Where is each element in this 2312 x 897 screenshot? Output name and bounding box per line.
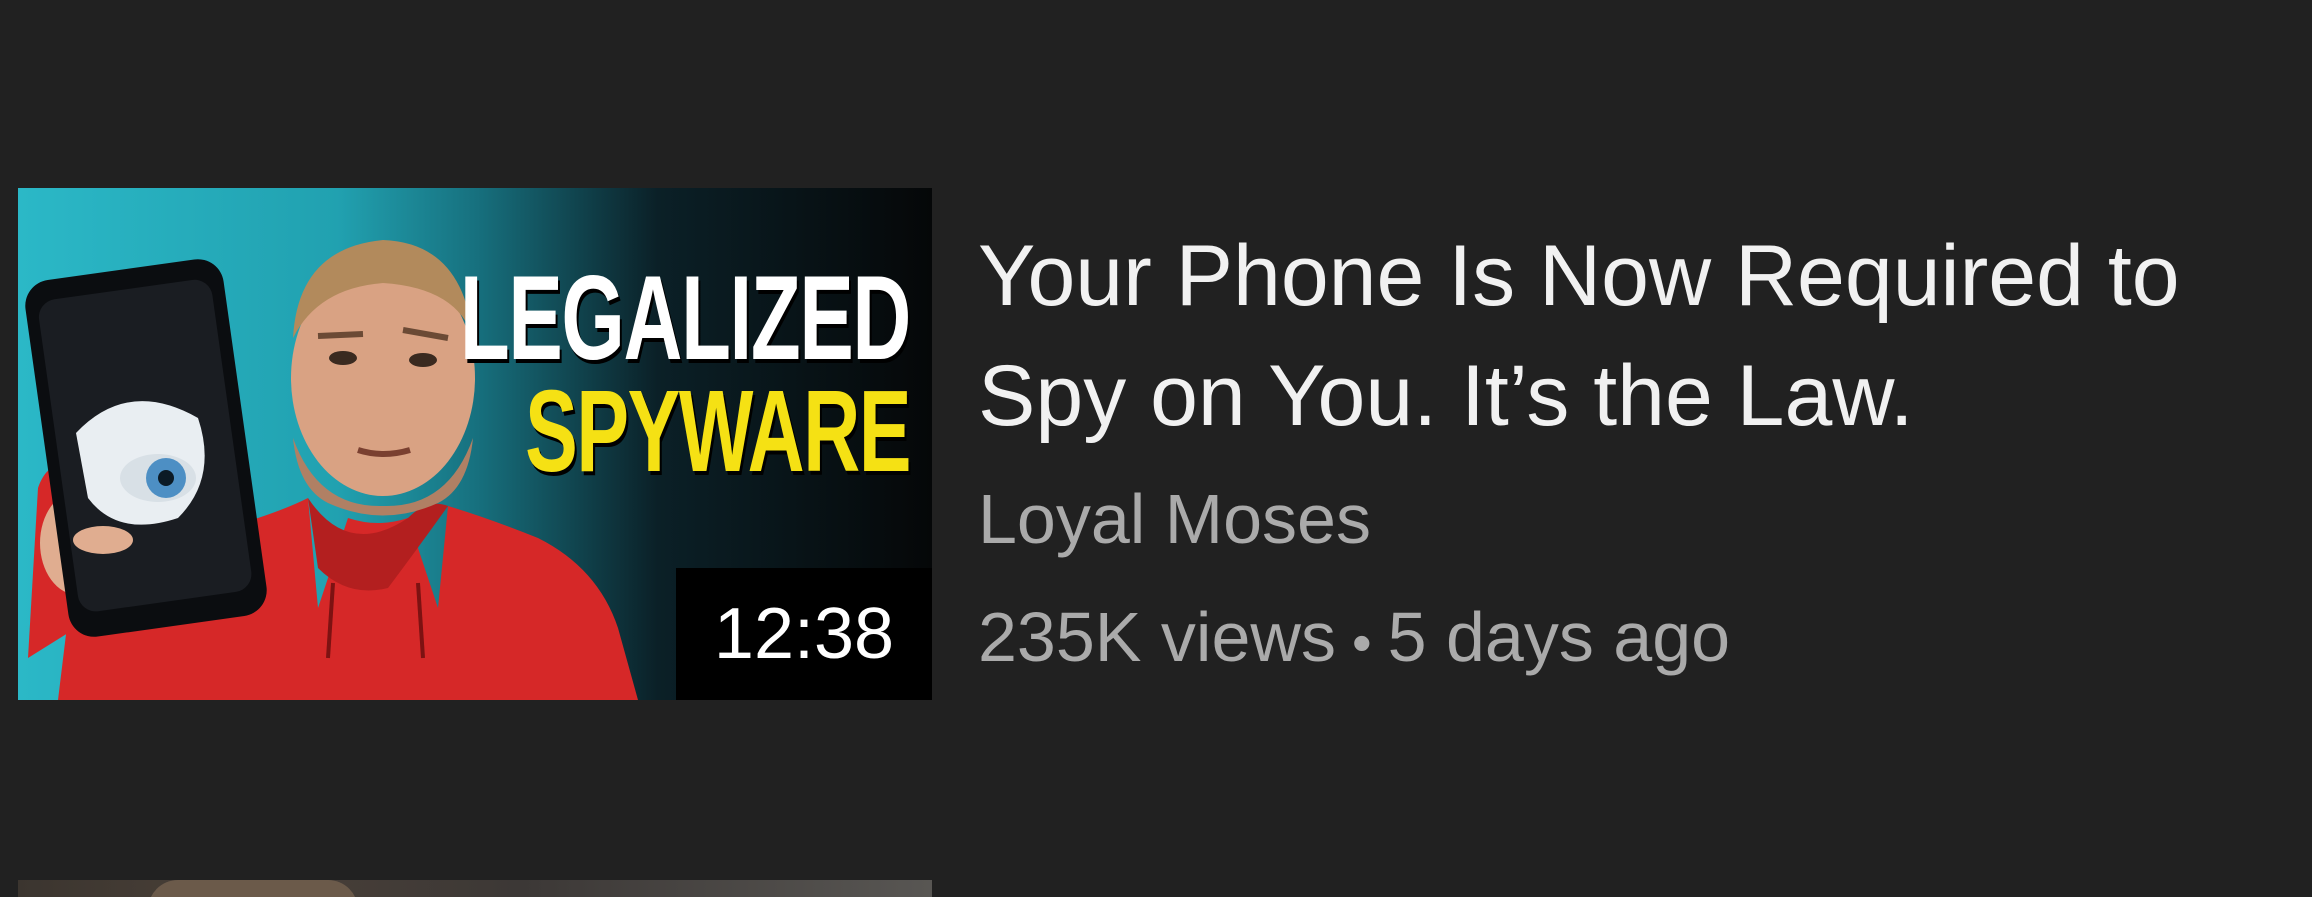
next-thumbnail-artwork bbox=[148, 880, 358, 897]
eye-pupil bbox=[158, 470, 174, 486]
left-eyebrow bbox=[317, 331, 364, 339]
upload-age: 5 days ago bbox=[1387, 598, 1731, 676]
right-eye bbox=[409, 353, 437, 367]
previous-item-title-fragment bbox=[18, 0, 1038, 4]
left-eye bbox=[329, 351, 357, 365]
video-result-item[interactable]: LEGALIZED SPYWARE 12:38 Your Phone Is No… bbox=[0, 188, 2312, 702]
channel-name[interactable]: Loyal Moses bbox=[978, 476, 2288, 562]
view-count: 235K views bbox=[978, 598, 1336, 676]
duration-badge: 12:38 bbox=[676, 568, 932, 700]
thumbnail-headline-line-2: SPYWARE bbox=[525, 366, 911, 496]
video-title[interactable]: Your Phone Is Now Required to Spy on You… bbox=[978, 216, 2288, 456]
metadata-separator: • bbox=[1351, 610, 1372, 674]
video-details: Your Phone Is Now Required to Spy on You… bbox=[978, 216, 2288, 686]
video-metadata: 235K views • 5 days ago bbox=[978, 594, 2288, 686]
thumb bbox=[73, 526, 133, 554]
video-thumbnail[interactable]: LEGALIZED SPYWARE 12:38 bbox=[18, 188, 932, 700]
next-video-thumbnail-partial[interactable] bbox=[18, 880, 932, 897]
thumbnail-headline-line-1: LEGALIZED bbox=[459, 251, 912, 385]
video-results-list: LEGALIZED SPYWARE 12:38 Your Phone Is No… bbox=[0, 0, 2312, 897]
